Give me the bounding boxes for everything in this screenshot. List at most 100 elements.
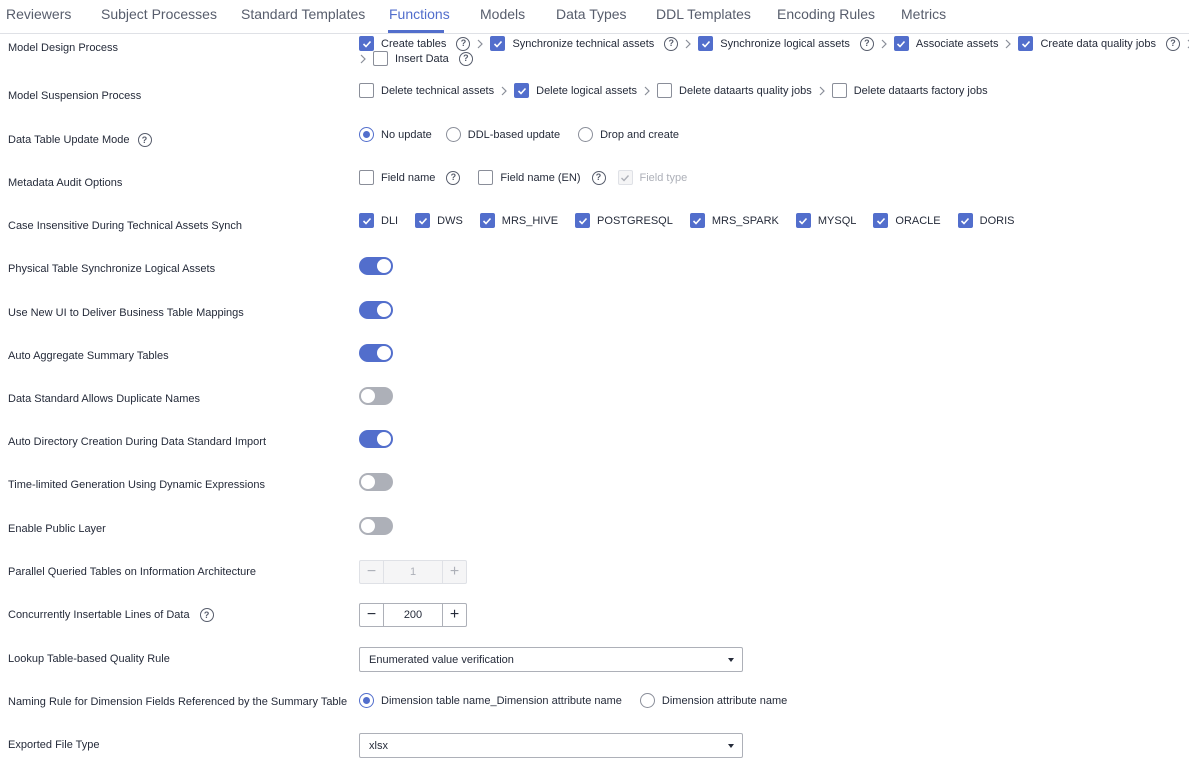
toggle-switch[interactable] [359, 387, 393, 405]
model-design-steps: Create tables ? Synchronize technical as… [359, 36, 1189, 51]
step-delete-factory-jobs: Delete dataarts factory jobs [853, 84, 988, 97]
toggle-label: Time-limited Generation Using Dynamic Ex… [8, 479, 265, 491]
step-sync-logical-assets: Synchronize logical assets [720, 37, 850, 50]
toggle-switch[interactable] [359, 430, 393, 448]
concurrent-lines-stepper: − 200 + [359, 603, 467, 627]
chevron-right-icon [359, 54, 367, 64]
option-doris: DORIS [979, 214, 1015, 227]
option-field-name: Field name [381, 171, 436, 184]
help-icon[interactable]: ? [199, 608, 214, 622]
radio-label: DDL-based update [467, 128, 561, 141]
toggle-label: Use New UI to Deliver Business Table Map… [8, 307, 244, 319]
toggle-switch[interactable] [359, 257, 393, 275]
checkbox[interactable] [795, 213, 811, 228]
chevron-right-icon [500, 86, 508, 96]
exported-file-label: Exported File Type [8, 739, 100, 751]
tab-data-types[interactable]: Data Types [556, 6, 627, 22]
plus-icon[interactable]: + [443, 604, 466, 626]
chevron-right-icon [476, 39, 484, 49]
checkbox[interactable] [359, 170, 374, 185]
option-field-type: Field type [639, 171, 688, 184]
option-mrs-hive: MRS_HIVE [501, 214, 559, 227]
checkbox[interactable] [359, 213, 374, 228]
tab-standard-templates[interactable]: Standard Templates [241, 6, 365, 22]
checkbox[interactable] [490, 36, 506, 51]
help-icon[interactable]: ? [1166, 36, 1181, 51]
toggle-label: Data Standard Allows Duplicate Names [8, 393, 200, 405]
tab-models[interactable]: Models [480, 6, 525, 22]
toggle-switch[interactable] [359, 344, 393, 362]
caret-down-icon [728, 657, 734, 662]
help-icon[interactable]: ? [591, 170, 606, 185]
lookup-rule-label: Lookup Table-based Quality Rule [8, 653, 170, 665]
help-icon[interactable]: ? [456, 36, 471, 51]
radio-ddl-update[interactable] [445, 127, 461, 142]
exported-file-select[interactable]: xlsx [359, 733, 743, 758]
help-icon[interactable]: ? [137, 133, 152, 147]
option-field-name-en: Field name (EN) [500, 171, 581, 184]
checkbox[interactable] [1018, 36, 1034, 51]
tab-functions[interactable]: Functions [389, 6, 450, 22]
checkbox[interactable] [689, 213, 705, 228]
metadata-audit-label: Metadata Audit Options [8, 177, 123, 189]
parallel-tables-label: Parallel Queried Tables on Information A… [8, 566, 257, 578]
concurrent-lines-label-wrap: Concurrently Insertable Lines of Data ? [8, 608, 214, 622]
checkbox[interactable] [373, 51, 388, 66]
tab-subject-processes[interactable]: Subject Processes [101, 6, 217, 22]
radio-drop-create[interactable] [578, 127, 594, 142]
tab-encoding-rules[interactable]: Encoding Rules [777, 6, 875, 22]
model-design-steps-wrap: Insert Data ? [359, 51, 473, 66]
radio-table-attr-name[interactable] [359, 693, 374, 708]
stepper-value: 1 [383, 561, 443, 583]
lookup-rule-select[interactable]: Enumerated value verification [359, 647, 743, 672]
toggle-label: Auto Aggregate Summary Tables [8, 350, 169, 362]
step-create-quality-jobs: Create data quality jobs [1040, 37, 1157, 50]
checkbox[interactable] [657, 83, 673, 98]
step-associate-assets: Associate assets [915, 37, 999, 50]
checkbox[interactable] [873, 213, 889, 228]
active-tab-indicator [388, 30, 444, 33]
chevron-right-icon [880, 39, 888, 49]
caret-down-icon [728, 743, 734, 748]
toggle-label: Enable Public Layer [8, 523, 106, 535]
option-dli: DLI [381, 214, 399, 227]
checkbox[interactable] [575, 213, 591, 228]
toggle-label: Physical Table Synchronize Logical Asset… [8, 263, 216, 275]
toggle-label: Auto Directory Creation During Data Stan… [8, 436, 267, 448]
help-icon[interactable]: ? [859, 36, 874, 51]
checkbox[interactable] [478, 170, 494, 185]
step-create-tables: Create tables [381, 37, 447, 50]
help-icon[interactable]: ? [446, 170, 461, 185]
radio-no-update[interactable] [359, 127, 374, 142]
concurrent-lines-label: Concurrently Insertable Lines of Data [8, 609, 190, 621]
tab-ddl-templates[interactable]: DDL Templates [656, 6, 751, 22]
stepper-value[interactable]: 200 [383, 604, 443, 626]
step-delete-technical-assets: Delete technical assets [381, 84, 495, 97]
radio-attr-name[interactable] [639, 693, 655, 708]
minus-icon[interactable]: − [360, 604, 383, 626]
tab-reviewers[interactable]: Reviewers [6, 6, 71, 22]
toggle-switch[interactable] [359, 301, 393, 319]
radio-label: Dimension attribute name [661, 694, 788, 707]
checkbox[interactable] [514, 83, 530, 98]
metadata-audit-options: Field name ? Field name (EN) ? Field typ… [359, 170, 687, 185]
chevron-right-icon [1004, 39, 1012, 49]
step-delete-logical-assets: Delete logical assets [536, 84, 638, 97]
toggle-switch[interactable] [359, 517, 393, 535]
checkbox[interactable] [698, 36, 714, 51]
chevron-right-icon [818, 86, 826, 96]
checkbox[interactable] [957, 213, 973, 228]
help-icon[interactable]: ? [458, 51, 473, 66]
chevron-right-icon [643, 86, 651, 96]
radio-label: Drop and create [600, 128, 679, 141]
help-icon[interactable]: ? [664, 36, 679, 51]
select-value: xlsx [369, 739, 388, 752]
checkbox[interactable] [479, 213, 495, 228]
toggle-switch[interactable] [359, 473, 393, 491]
checkbox[interactable] [359, 36, 374, 51]
tab-metrics[interactable]: Metrics [901, 6, 946, 22]
checkbox[interactable] [359, 83, 374, 98]
checkbox[interactable] [893, 36, 909, 51]
checkbox[interactable] [831, 83, 847, 98]
checkbox[interactable] [415, 213, 431, 228]
